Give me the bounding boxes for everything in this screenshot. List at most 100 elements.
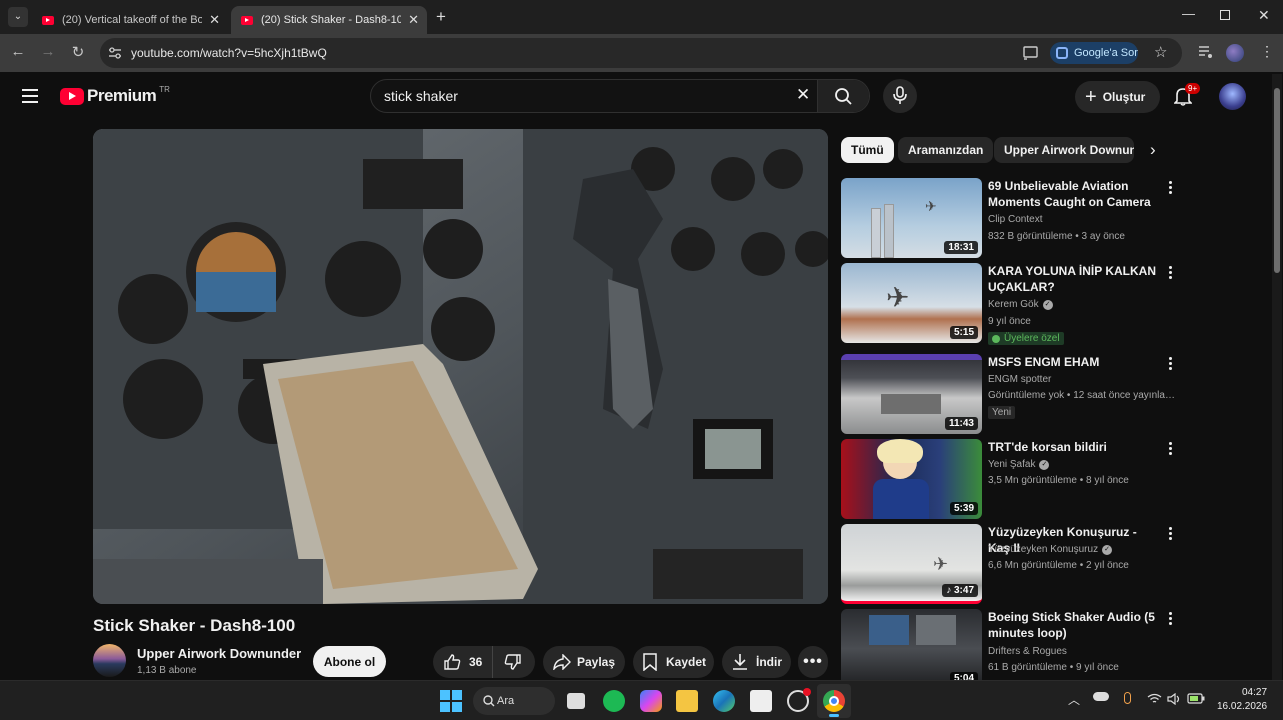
new-tab-button[interactable]: + <box>436 7 446 27</box>
edge-icon[interactable] <box>713 690 735 712</box>
recommendation-channel[interactable]: Kerem Gök <box>988 299 1039 310</box>
video-thumbnail[interactable]: 5:39 <box>841 439 982 519</box>
app-with-notification-icon[interactable] <box>787 688 811 712</box>
battery-icon[interactable] <box>1187 693 1205 704</box>
recommendation-title[interactable]: KARA YOLUNA İNİP KALKAN UÇAKLAR? <box>988 263 1160 295</box>
more-actions-button[interactable]: ••• <box>798 646 828 678</box>
recommendation-channel[interactable]: Yeni Şafak <box>988 459 1035 470</box>
onedrive-icon[interactable] <box>1093 692 1109 701</box>
more-vertical-icon[interactable] <box>1167 265 1173 281</box>
download-button[interactable]: İndir <box>722 646 791 678</box>
like-button[interactable]: 36 <box>433 646 493 678</box>
recommendation-channel[interactable]: Yüzyüzeyken Konuşuruz <box>988 544 1098 555</box>
page-scrollbar[interactable] <box>1272 74 1282 680</box>
dislike-button[interactable] <box>493 646 522 678</box>
video-thumbnail[interactable]: 5:04 <box>841 609 982 680</box>
recommendation-channel[interactable]: Clip Context <box>988 214 1042 225</box>
chip-from-search[interactable]: Aramanızdan <box>898 137 994 163</box>
clock-time[interactable]: 04:27 <box>1242 687 1267 698</box>
browser-tab-bar: ⌄ (20) Vertical takeoff of the Boei ✕ (2… <box>0 0 1283 34</box>
hamburger-menu-icon[interactable] <box>22 89 38 103</box>
minimize-button[interactable]: — <box>1182 6 1195 21</box>
voice-search-button[interactable] <box>883 79 917 113</box>
video-player[interactable] <box>93 129 828 604</box>
youtube-play-icon <box>60 87 84 105</box>
chrome-taskbar-button[interactable] <box>817 684 851 718</box>
more-vertical-icon[interactable] <box>1167 180 1173 196</box>
channel-avatar[interactable] <box>93 644 126 677</box>
notification-count-badge: 9+ <box>1185 83 1201 94</box>
recommendation-channel[interactable]: ENGM spotter <box>988 374 1051 385</box>
address-bar[interactable]: youtube.com/watch?v=5hcXjh1tBwQ Google'a… <box>100 38 1182 68</box>
search-icon <box>483 695 495 707</box>
google-ask-button[interactable]: Google'a Sor <box>1050 42 1138 64</box>
share-arrow-icon <box>553 654 571 670</box>
spotify-icon[interactable] <box>603 690 625 712</box>
more-vertical-icon[interactable] <box>1167 441 1173 457</box>
clock-date[interactable]: 16.02.2026 <box>1217 701 1267 712</box>
close-window-button[interactable]: ✕ <box>1258 7 1270 24</box>
back-arrow-icon[interactable]: ← <box>8 43 28 60</box>
tab-vertical-takeoff[interactable]: (20) Vertical takeoff of the Boei ✕ <box>32 6 228 34</box>
copilot-icon[interactable] <box>640 690 662 712</box>
notifications-button[interactable]: 9+ <box>1173 83 1201 108</box>
microphone-in-use-icon[interactable] <box>1124 692 1131 704</box>
recommendation-item[interactable]: ✈ 5:15 KARA YOLUNA İNİP KALKAN UÇAKLAR? … <box>841 263 1186 345</box>
recommendation-item[interactable]: 5:04 Boeing Stick Shaker Audio (5 minute… <box>841 609 1186 680</box>
taskbar-search[interactable]: Ara <box>473 687 555 715</box>
video-thumbnail[interactable]: ✈ 5:15 <box>841 263 982 343</box>
chip-all[interactable]: Tümü <box>841 137 894 163</box>
subscribe-button[interactable]: Abone ol <box>313 646 386 677</box>
chip-channel[interactable]: Upper Airwork Downunder <box>994 137 1134 163</box>
tab-stick-shaker[interactable]: (20) Stick Shaker - Dash8-100 - ✕ <box>231 6 427 34</box>
recommendation-item[interactable]: 11:43 MSFS ENGM EHAM ENGM spotter Görünt… <box>841 354 1186 434</box>
share-button[interactable]: Paylaş <box>543 646 625 678</box>
site-settings-icon[interactable] <box>108 47 122 59</box>
youtube-logo[interactable]: Premium TR <box>60 85 170 106</box>
recommendation-title[interactable]: MSFS ENGM EHAM <box>988 354 1160 370</box>
clear-search-icon[interactable]: ✕ <box>796 85 810 105</box>
video-thumbnail[interactable]: ✈ ♪ 3:47 <box>841 524 982 604</box>
cast-icon[interactable] <box>1023 46 1038 60</box>
account-avatar[interactable] <box>1219 83 1246 110</box>
music-note-icon: ♪ <box>946 585 954 596</box>
video-thumbnail[interactable]: ✈ 18:31 <box>841 178 982 258</box>
tab-close-icon[interactable]: ✕ <box>408 12 419 28</box>
reload-icon[interactable]: ↻ <box>68 43 88 61</box>
video-thumbnail[interactable]: 11:43 <box>841 354 982 434</box>
recommendation-channel[interactable]: Drifters & Rogues <box>988 646 1067 657</box>
more-vertical-icon[interactable] <box>1167 526 1173 542</box>
forward-arrow-icon[interactable]: → <box>38 43 58 60</box>
volume-icon[interactable] <box>1167 693 1182 705</box>
recommendation-item[interactable]: ✈ 18:31 69 Unbelievable Aviation Moments… <box>841 178 1186 258</box>
search-input[interactable] <box>384 85 784 107</box>
store-icon[interactable] <box>750 690 772 712</box>
recommendation-title[interactable]: TRT'de korsan bildiri <box>988 439 1160 455</box>
create-button[interactable]: + Oluştur <box>1075 81 1160 113</box>
file-explorer-icon[interactable] <box>676 690 698 712</box>
profile-avatar[interactable] <box>1226 44 1244 62</box>
task-view-icon[interactable] <box>567 693 585 709</box>
more-vertical-icon[interactable] <box>1167 611 1173 627</box>
url-text[interactable]: youtube.com/watch?v=5hcXjh1tBwQ <box>131 46 327 60</box>
channel-name[interactable]: Upper Airwork Downunder <box>137 646 301 661</box>
search-button[interactable] <box>817 80 869 112</box>
more-vertical-icon[interactable] <box>1167 356 1173 372</box>
recommendation-meta: 832 B görüntüleme • 3 ay önce <box>988 231 1125 242</box>
chips-next-icon[interactable]: › <box>1150 140 1156 160</box>
recommendation-item[interactable]: 5:39 TRT'de korsan bildiri Yeni Şafak ✓ … <box>841 439 1186 519</box>
tab-list-dropdown[interactable]: ⌄ <box>8 7 28 27</box>
tab-close-icon[interactable]: ✕ <box>209 12 220 28</box>
save-button[interactable]: Kaydet <box>633 646 714 678</box>
tray-overflow-icon[interactable]: ︿ <box>1068 691 1080 708</box>
wifi-icon[interactable] <box>1147 693 1162 705</box>
subscriber-count: 1,13 B abone <box>137 665 197 676</box>
recommendation-title[interactable]: Boeing Stick Shaker Audio (5 minutes loo… <box>988 609 1160 641</box>
recommendation-item[interactable]: ✈ ♪ 3:47 Yüzyüzeyken Konuşuruz - Kaş II … <box>841 524 1186 604</box>
chrome-menu-icon[interactable]: ⋮ <box>1260 43 1274 60</box>
restore-button[interactable] <box>1220 10 1230 20</box>
media-control-icon[interactable] <box>1198 45 1214 59</box>
windows-start-icon[interactable] <box>440 690 462 712</box>
recommendation-title[interactable]: 69 Unbelievable Aviation Moments Caught … <box>988 178 1160 210</box>
bookmark-star-icon[interactable]: ☆ <box>1154 43 1167 61</box>
